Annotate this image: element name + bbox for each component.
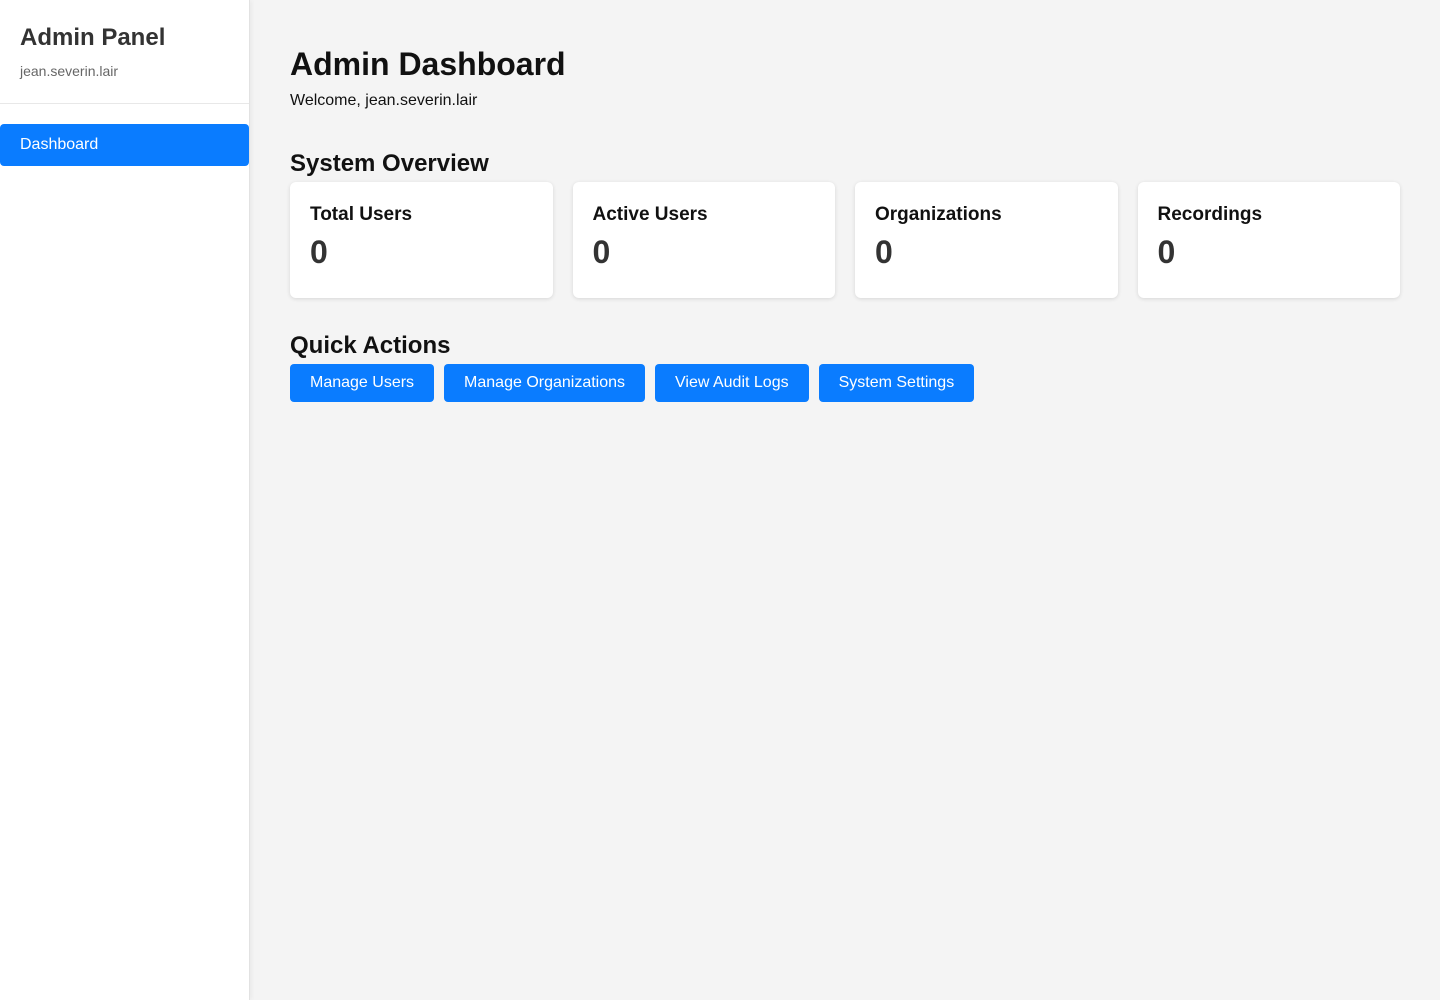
sidebar-item-dashboard[interactable]: Dashboard bbox=[0, 124, 249, 166]
system-settings-button[interactable]: System Settings bbox=[818, 364, 975, 402]
stat-card-label: Active Users bbox=[592, 204, 708, 225]
stat-card-organizations: Organizations 0 bbox=[855, 182, 1118, 298]
stat-card-label: Total Users bbox=[310, 204, 413, 225]
main-content: Admin Dashboard Welcome, jean.severin.la… bbox=[250, 0, 1440, 1000]
quick-actions-title: Quick Actions bbox=[290, 332, 451, 359]
welcome-message: Welcome, jean.severin.lair bbox=[290, 92, 478, 109]
stat-card-label: Organizations bbox=[875, 204, 1002, 225]
view-audit-logs-button[interactable]: View Audit Logs bbox=[655, 364, 809, 402]
stat-card-total-users: Total Users 0 bbox=[290, 182, 553, 298]
stat-card-active-users: Active Users 0 bbox=[572, 182, 835, 298]
stat-card-value: 0 bbox=[875, 234, 893, 270]
stat-card-value: 0 bbox=[1157, 234, 1176, 270]
sidebar-header: Admin Panel jean.severin.lair bbox=[0, 0, 249, 104]
sidebar-username: jean.severin.lair bbox=[20, 63, 119, 79]
page-title: Admin Dashboard bbox=[290, 46, 566, 82]
manage-users-button[interactable]: Manage Users bbox=[290, 364, 435, 402]
sidebar-title: Admin Panel bbox=[20, 24, 166, 51]
stat-card-value: 0 bbox=[592, 234, 611, 270]
stat-card-recordings: Recordings 0 bbox=[1137, 182, 1400, 298]
manage-organizations-button[interactable]: Manage Organizations bbox=[444, 364, 646, 402]
stat-card-value: 0 bbox=[310, 234, 328, 270]
stat-card-label: Recordings bbox=[1157, 204, 1263, 225]
sidebar-nav: Dashboard bbox=[0, 104, 249, 166]
quick-actions: Manage Users Manage Organizations View A… bbox=[290, 364, 1400, 402]
app: Admin Panel jean.severin.lair Dashboard … bbox=[0, 0, 1440, 1000]
sidebar: Admin Panel jean.severin.lair Dashboard bbox=[0, 0, 250, 1000]
system-overview-title: System Overview bbox=[290, 150, 489, 177]
stats-cards: Total Users 0 Active Users 0 Organizatio… bbox=[290, 182, 1400, 298]
